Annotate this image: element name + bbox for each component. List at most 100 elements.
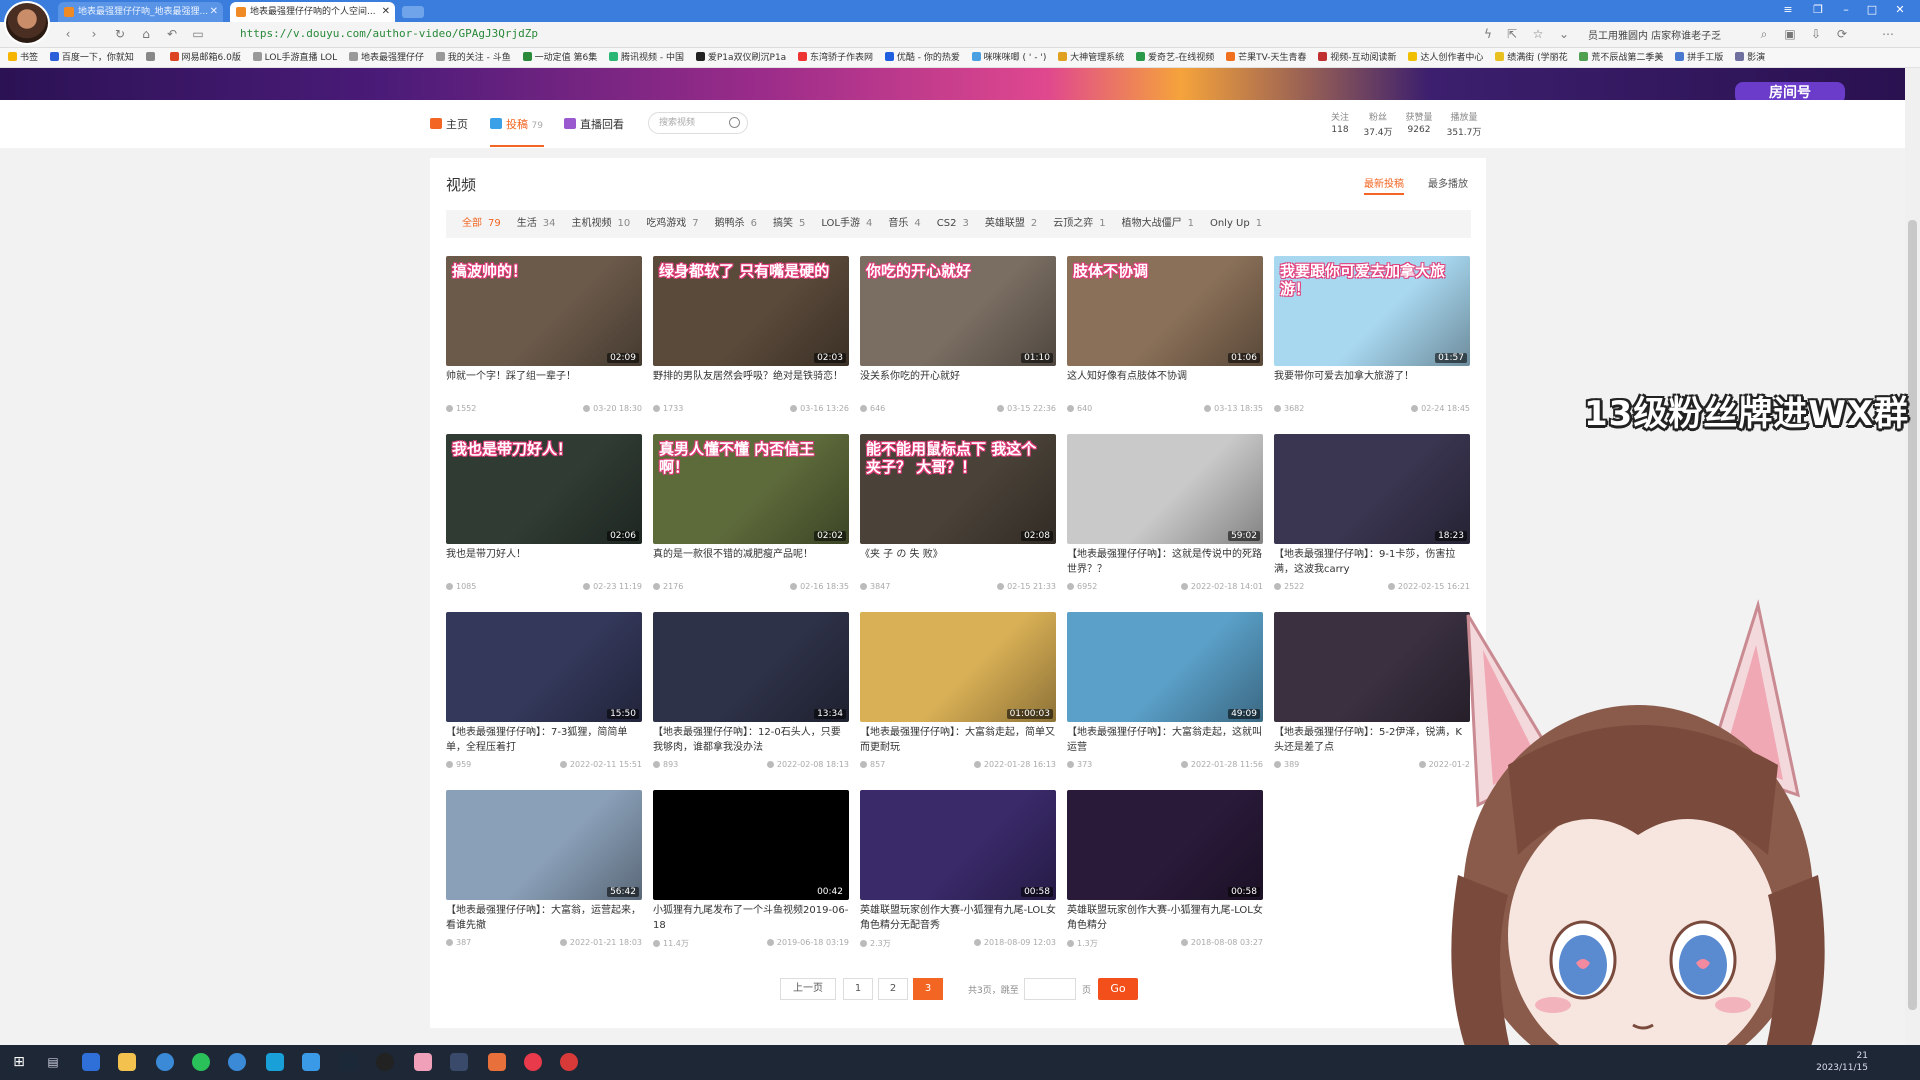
page-2-button[interactable]: 2 — [878, 978, 908, 1000]
video-thumbnail[interactable]: 00:58 — [1067, 790, 1263, 900]
bookmark-item[interactable] — [145, 48, 158, 67]
video-title[interactable]: 这人知好像有点肢体不协调 — [1067, 369, 1263, 399]
video-thumbnail[interactable]: 肢体不协调 01:06 — [1067, 256, 1263, 366]
video-card[interactable]: 15:50 【地表最强狸仔仔吶】：7-3狐狸，简简单单，全程压着打 959 2022-… — [446, 612, 642, 782]
back-icon[interactable]: ‹ — [60, 27, 76, 41]
restore-icon[interactable]: ❐ — [1810, 3, 1826, 16]
close-tab-icon[interactable]: ✕ — [382, 2, 390, 22]
video-card[interactable]: 00:58 英雄联盟玩家创作大赛-小狐狸有九尾-LOL女角色精分 1.3万 2018-… — [1067, 790, 1263, 960]
sort-latest[interactable]: 最新投稿 — [1364, 175, 1404, 195]
category-filter-item[interactable]: 植物大战僵尸 1 — [1122, 210, 1194, 238]
page-1-button[interactable]: 1 — [843, 978, 873, 1000]
category-filter-item[interactable]: 云顶之弈 1 — [1053, 210, 1105, 238]
app-k-icon[interactable] — [82, 1053, 100, 1071]
video-thumbnail[interactable]: 绿身都软了 只有嘴是硬的 02:03 — [653, 256, 849, 366]
bookmark-item[interactable]: 东湾骄子作表网 — [798, 48, 873, 67]
video-card[interactable]: 我要跟你可爱去加拿大旅游！ 01:57 我要带你可爱去加拿大旅游了！ 3682 02-2… — [1274, 256, 1470, 426]
bookmark-item[interactable]: 绩满街 (学丽花 — [1495, 48, 1568, 67]
extension-icon[interactable]: ▣ — [1782, 27, 1798, 41]
bookmark-item[interactable]: 视频-互动阅读新 — [1318, 48, 1397, 67]
forward-icon[interactable]: › — [86, 27, 102, 41]
category-filter-item[interactable]: 音乐 4 — [888, 210, 920, 238]
video-thumbnail[interactable]: 真男人懂不懂 内否信王啊！ 02:02 — [653, 434, 849, 544]
scrollbar-thumb[interactable] — [1908, 220, 1917, 1010]
video-thumbnail[interactable]: 搞波帅的！ 02:09 — [446, 256, 642, 366]
video-thumbnail[interactable]: 我也是带刀好人！ 02:06 — [446, 434, 642, 544]
video-title[interactable]: 没关系你吃的开心就好 — [860, 369, 1056, 399]
bookmark-item[interactable]: 爱P1a双仪刷沉P1a — [695, 48, 786, 67]
bookmark-item[interactable]: 达人创作者中心 — [1408, 48, 1483, 67]
video-card[interactable]: 绿身都软了 只有嘴是硬的 02:03 野排的男队友居然会呼吸？绝对是铁骑恋！ 1733… — [653, 256, 849, 426]
category-filter-item[interactable]: 全部 79 — [462, 210, 501, 238]
video-title[interactable]: 【地表最强狸仔仔吶】：12-0石头人，只要我够肉，谁都拿我没办法 — [653, 725, 849, 755]
video-title[interactable]: 【地表最强狸仔仔吶】：大富翁走起，这就叫运营 — [1067, 725, 1263, 755]
video-card[interactable]: 59:02 【地表最强狸仔仔吶】：这就是传说中的死路世界？？ 6952 2022-02… — [1067, 434, 1263, 604]
video-card[interactable]: 搞波帅的！ 02:09 帅就一个字！踩了组一辈子！ 1552 03-20 18:30 — [446, 256, 642, 426]
reload-icon[interactable]: ↻ — [112, 27, 128, 41]
video-thumbnail[interactable]: 你吃的开心就好 01:10 — [860, 256, 1056, 366]
video-card[interactable]: 01:00:03 【地表最强狸仔仔吶】：大富翁走起，简单又而更耐玩 857 2022-… — [860, 612, 1056, 782]
chevron-down-icon[interactable]: ⌄ — [1556, 27, 1572, 41]
sync-icon[interactable]: ⟳ — [1834, 27, 1850, 41]
lightning-icon[interactable]: ϟ — [1480, 27, 1496, 41]
reader-icon[interactable]: ▭ — [190, 27, 206, 41]
video-title[interactable]: 英雄联盟玩家创作大赛-小狐狸有九尾-LOL女角色精分 — [1067, 903, 1263, 933]
app-icon[interactable] — [488, 1053, 506, 1071]
browser-icon[interactable] — [228, 1053, 246, 1071]
video-thumbnail[interactable]: 00:42 — [653, 790, 849, 900]
video-card[interactable]: 49:09 【地表最强狸仔仔吶】：大富翁走起，这就叫运营 373 2022-01-28… — [1067, 612, 1263, 782]
video-card[interactable]: 56:42 【地表最强狸仔仔吶】：大富翁，运营起来，看谁先撤 387 2022-01-… — [446, 790, 642, 960]
category-filter-item[interactable]: 主机视频 10 — [571, 210, 630, 238]
video-thumbnail[interactable]: 59:02 — [1067, 434, 1263, 544]
category-filter-item[interactable]: LOL手游 4 — [821, 210, 872, 238]
video-thumbnail[interactable]: 能不能用鼠标点下 我这个夹子？ 大哥？！ 02:08 — [860, 434, 1056, 544]
category-filter-item[interactable]: CS2 3 — [937, 210, 969, 238]
bookmark-item[interactable]: 荒不辰战第二季美 — [1579, 48, 1663, 67]
video-title[interactable]: 我要带你可爱去加拿大旅游了！ — [1274, 369, 1470, 399]
video-thumbnail[interactable]: 49:09 — [1067, 612, 1263, 722]
category-filter-item[interactable]: 吃鸡游戏 7 — [646, 210, 698, 238]
app-icon[interactable] — [266, 1053, 284, 1071]
download-icon[interactable]: ⇩ — [1808, 27, 1824, 41]
bookmark-item[interactable]: 腾讯视频 - 中国 — [609, 48, 684, 67]
maximize-icon[interactable]: □ — [1864, 3, 1880, 16]
video-card[interactable]: 18:23 【地表最强狸仔仔吶】：9-1卡莎，伤害拉满，这波我carry 2522 2… — [1274, 434, 1470, 604]
video-thumbnail[interactable]: 56:42 — [446, 790, 642, 900]
video-thumbnail[interactable]: 00:58 — [860, 790, 1056, 900]
bookmark-item[interactable]: 芒果TV-天生青春 — [1226, 48, 1306, 67]
obs-icon[interactable] — [376, 1053, 394, 1071]
video-thumbnail[interactable]: 18:23 — [1274, 434, 1470, 544]
app-icon[interactable] — [302, 1053, 320, 1071]
steam-icon[interactable] — [340, 1053, 358, 1071]
video-card[interactable]: 13:34 【地表最强狸仔仔吶】：12-0石头人，只要我够肉，谁都拿我没办法 893… — [653, 612, 849, 782]
video-title[interactable]: 我也是带刀好人！ — [446, 547, 642, 577]
nav-uploads[interactable]: 投稿 79 — [490, 116, 543, 132]
share-icon[interactable]: ⇱ — [1504, 27, 1520, 41]
close-window-icon[interactable]: ✕ — [1892, 3, 1908, 16]
video-card[interactable]: 00:42 小狐狸有九尾发布了一个斗鱼视频2019-06-18 11.4万 2019-… — [653, 790, 849, 960]
category-filter-item[interactable]: 鹅鸭杀 6 — [715, 210, 757, 238]
undo-icon[interactable]: ↶ — [164, 27, 180, 41]
bookmark-item[interactable]: 地表最强狸仔仔 — [348, 48, 424, 67]
video-card[interactable]: 真男人懂不懂 内否信王啊！ 02:02 真的是一款很不错的减肥瘦产品呢！ 2176 02… — [653, 434, 849, 604]
video-title[interactable]: 帅就一个字！踩了组一辈子！ — [446, 369, 642, 399]
new-tab-button[interactable] — [402, 6, 424, 18]
video-title[interactable]: 小狐狸有九尾发布了一个斗鱼视频2019-06-18 — [653, 903, 849, 933]
bookmark-item[interactable]: 大神管理系统 — [1058, 48, 1124, 67]
bookmark-item[interactable]: 我的关注 - 斗鱼 — [435, 48, 511, 67]
go-button[interactable]: Go — [1098, 978, 1138, 1000]
nav-replays[interactable]: 直播回看 — [564, 116, 624, 132]
windows-start-icon[interactable]: ⊞ — [10, 1053, 28, 1071]
close-tab-icon[interactable]: ✕ — [210, 2, 218, 22]
video-title[interactable]: 【地表最强狸仔仔吶】：这就是传说中的死路世界？？ — [1067, 547, 1263, 577]
bookmark-item[interactable]: 书签 — [8, 48, 38, 67]
video-title[interactable]: 野排的男队友居然会呼吸？绝对是铁骑恋！ — [653, 369, 849, 399]
bookmark-item[interactable]: 网易邮箱6.0版 — [169, 48, 241, 67]
home-icon[interactable]: ⌂ — [138, 27, 154, 41]
minimize-icon[interactable]: – — [1838, 3, 1854, 16]
jump-page-input[interactable] — [1024, 978, 1076, 1000]
file-explorer-icon[interactable] — [118, 1053, 136, 1071]
search-input[interactable]: 搜索视频 — [648, 112, 748, 134]
url-field[interactable]: https://v.douyu.com/author-video/GPAgJ3Q… — [240, 27, 538, 40]
video-title[interactable]: 《夹 子 の 失 败》 — [860, 547, 1056, 577]
